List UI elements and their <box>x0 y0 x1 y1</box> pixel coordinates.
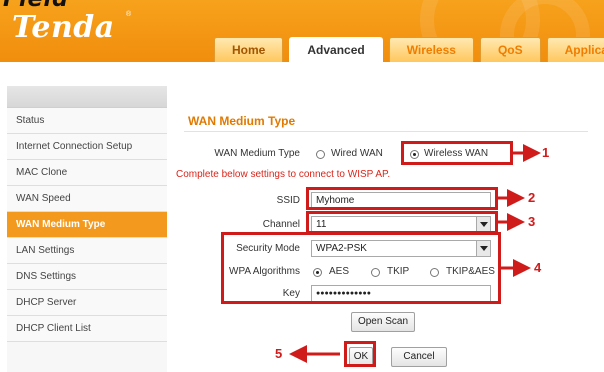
router-admin-page: Field Tenda ® Home Advanced Wireless QoS… <box>0 0 604 372</box>
annotation-number-2: 2 <box>528 190 536 205</box>
annotation-number-5: 5 <box>275 346 283 361</box>
annotation-number-1: 1 <box>542 145 550 160</box>
annotation-number-4: 4 <box>534 260 542 275</box>
annotation-arrows <box>289 144 541 363</box>
annotation-number-3: 3 <box>528 214 536 229</box>
